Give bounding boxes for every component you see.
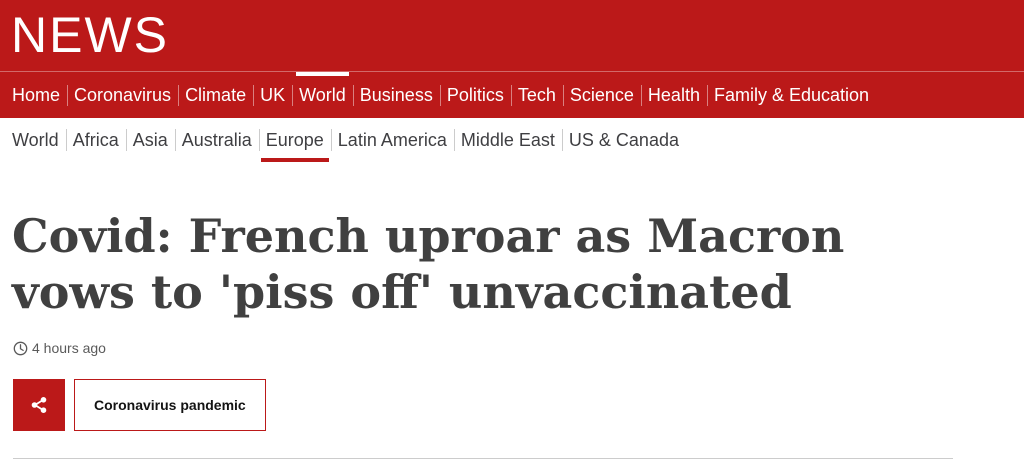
- article-timestamp: 4 hours ago: [13, 340, 106, 356]
- news-logo[interactable]: NEWS: [11, 8, 169, 62]
- subnav-item-middle-east[interactable]: Middle East: [453, 118, 562, 162]
- timestamp-text: 4 hours ago: [32, 340, 106, 356]
- subnav-item-world[interactable]: World: [5, 118, 66, 162]
- nav-item-coronavirus[interactable]: Coronavirus: [67, 72, 178, 118]
- subnav-item-europe[interactable]: Europe: [258, 118, 331, 162]
- article-headline: Covid: French uproar as Macron vows to '…: [12, 209, 845, 319]
- share-button[interactable]: [13, 379, 65, 431]
- nav-item-science[interactable]: Science: [562, 72, 641, 118]
- nav-item-uk[interactable]: UK: [253, 72, 292, 118]
- subnav-item-australia[interactable]: Australia: [174, 118, 259, 162]
- topic-tag-coronavirus-pandemic[interactable]: Coronavirus pandemic: [74, 379, 266, 431]
- nav-item-climate[interactable]: Climate: [178, 72, 253, 118]
- nav-item-tech[interactable]: Tech: [510, 72, 563, 118]
- share-icon: [31, 397, 47, 413]
- nav-item-health[interactable]: Health: [640, 72, 707, 118]
- subnav-item-africa[interactable]: Africa: [65, 118, 126, 162]
- subnav-item-asia[interactable]: Asia: [125, 118, 175, 162]
- nav-item-home[interactable]: Home: [5, 72, 67, 118]
- subnav-item-us-canada[interactable]: US & Canada: [561, 118, 686, 162]
- subnav-item-latin-america[interactable]: Latin America: [330, 118, 454, 162]
- masthead: NEWS Home Coronavirus Climate UK World B…: [0, 0, 1024, 118]
- section-divider: [13, 458, 953, 459]
- nav-item-politics[interactable]: Politics: [439, 72, 511, 118]
- nav-item-world[interactable]: World: [292, 72, 353, 118]
- nav-item-business[interactable]: Business: [352, 72, 440, 118]
- clock-icon: [13, 341, 28, 355]
- secondary-nav: World Africa Asia Australia Europe Latin…: [0, 118, 686, 162]
- primary-nav: Home Coronavirus Climate UK World Busine…: [0, 72, 876, 118]
- nav-item-family-education[interactable]: Family & Education: [706, 72, 876, 118]
